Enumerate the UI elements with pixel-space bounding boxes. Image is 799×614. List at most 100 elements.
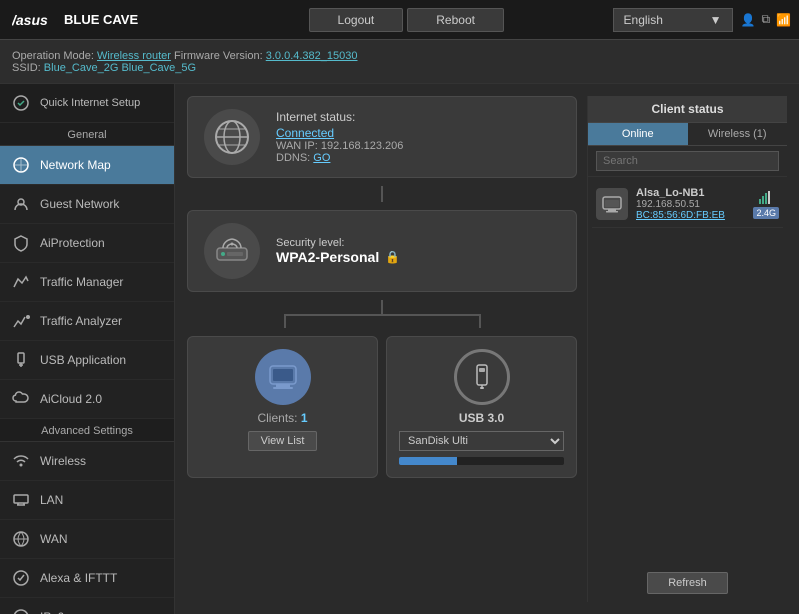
advanced-section: Advanced Settings bbox=[0, 419, 174, 442]
header-icons: 👤 ⧉ 📶 bbox=[741, 12, 799, 27]
usb-device-select[interactable]: SanDisk Ulti bbox=[399, 431, 564, 451]
aicloud-label: AiCloud 2.0 bbox=[40, 392, 102, 406]
sidebar: Quick Internet Setup General Network Map… bbox=[0, 84, 175, 614]
firmware-value[interactable]: 3.0.0.4.382_15030 bbox=[266, 50, 358, 62]
wifi-icon[interactable]: 📶 bbox=[776, 13, 791, 27]
quick-setup-icon bbox=[10, 92, 32, 114]
usb-icon bbox=[454, 349, 510, 405]
router-icon bbox=[204, 223, 260, 279]
network-map-label: Network Map bbox=[40, 158, 111, 172]
logo-asus: /asus bbox=[12, 10, 48, 30]
ddns-link[interactable]: GO bbox=[313, 152, 330, 164]
sidebar-item-aicloud[interactable]: AiCloud 2.0 bbox=[0, 380, 174, 419]
sidebar-item-ai-protection[interactable]: AiProtection bbox=[0, 224, 174, 263]
internet-icon bbox=[204, 109, 260, 165]
tree-connector bbox=[187, 300, 577, 328]
traffic-analyzer-icon bbox=[10, 310, 32, 332]
ssid-row: SSID: Blue_Cave_2G Blue_Cave_5G bbox=[12, 62, 787, 74]
traffic-analyzer-label: Traffic Analyzer bbox=[40, 314, 122, 328]
header: /asus BLUE CAVE Logout Reboot English ▼ … bbox=[0, 0, 799, 40]
usb-application-label: USB Application bbox=[40, 353, 126, 367]
list-item: Alsa_Lo-NB1 192.168.50.51 BC:85:56:6D:FB… bbox=[592, 181, 783, 228]
lock-icon: 🔒 bbox=[385, 250, 400, 264]
network-map-area: Internet status: Connected WAN IP: 192.1… bbox=[175, 84, 799, 614]
lan-icon bbox=[10, 489, 32, 511]
logo-model: BLUE CAVE bbox=[64, 12, 138, 27]
refresh-button[interactable]: Refresh bbox=[647, 572, 728, 594]
security-level-label: Security level: bbox=[276, 237, 560, 249]
operation-mode-label: Operation Mode: bbox=[12, 50, 94, 62]
client-search bbox=[588, 146, 787, 177]
svg-text:/asus: /asus bbox=[12, 12, 48, 28]
clients-icon bbox=[255, 349, 311, 405]
ssid-2g[interactable]: Blue_Cave_2G bbox=[44, 62, 119, 74]
client-status-panel: Client status Online Wireless (1) bbox=[587, 96, 787, 602]
client-ip: 192.168.50.51 bbox=[636, 199, 745, 210]
tab-wireless[interactable]: Wireless (1) bbox=[688, 123, 788, 145]
sidebar-item-traffic-manager[interactable]: Traffic Manager bbox=[0, 263, 174, 302]
operation-mode-value[interactable]: Wireless router bbox=[97, 50, 171, 62]
ddns-label: DDNS: bbox=[276, 152, 310, 164]
ai-protection-label: AiProtection bbox=[40, 236, 105, 250]
logo-area: /asus BLUE CAVE bbox=[0, 10, 200, 30]
wan-ip-value: 192.168.123.206 bbox=[321, 140, 404, 152]
view-list-button[interactable]: View List bbox=[248, 431, 318, 451]
sidebar-item-network-map[interactable]: Network Map bbox=[0, 146, 174, 185]
bottom-boxes: Clients: 1 View List bbox=[187, 336, 577, 478]
logout-button[interactable]: Logout bbox=[309, 8, 404, 32]
sidebar-item-wan[interactable]: WAN bbox=[0, 520, 174, 559]
sidebar-item-guest-network[interactable]: Guest Network bbox=[0, 185, 174, 224]
ipv6-icon: IPv6 bbox=[10, 606, 32, 614]
security-type: WPA2-Personal bbox=[276, 249, 379, 265]
sidebar-item-ipv6[interactable]: IPv6 IPv6 bbox=[0, 598, 174, 614]
usb-progress bbox=[399, 457, 564, 465]
client-tabs: Online Wireless (1) bbox=[588, 123, 787, 146]
signal-info: 2.4G bbox=[753, 189, 779, 219]
sidebar-item-alexa[interactable]: Alexa & IFTTT bbox=[0, 559, 174, 598]
band-badge: 2.4G bbox=[753, 207, 779, 219]
traffic-manager-label: Traffic Manager bbox=[40, 275, 123, 289]
sidebar-item-wireless[interactable]: Wireless bbox=[0, 442, 174, 481]
client-mac[interactable]: BC:85:56:6D:FB:EB bbox=[636, 210, 745, 221]
sidebar-item-usb-application[interactable]: USB Application bbox=[0, 341, 174, 380]
router-info: Security level: WPA2-Personal 🔒 bbox=[276, 237, 560, 265]
device-icon bbox=[596, 188, 628, 220]
chevron-down-icon: ▼ bbox=[710, 13, 722, 27]
internet-status-value[interactable]: Connected bbox=[276, 126, 334, 140]
usb-progress-bar bbox=[399, 457, 457, 465]
sidebar-item-lan[interactable]: LAN bbox=[0, 481, 174, 520]
client-status-title: Client status bbox=[588, 96, 787, 123]
network-diagram: Internet status: Connected WAN IP: 192.1… bbox=[187, 96, 577, 602]
lang-label: English bbox=[624, 13, 663, 27]
wireless-label: Wireless bbox=[40, 454, 86, 468]
lang-selector[interactable]: English ▼ bbox=[613, 8, 733, 32]
client-info: Alsa_Lo-NB1 192.168.50.51 BC:85:56:6D:FB… bbox=[636, 187, 745, 221]
ddns-row: DDNS: GO bbox=[276, 152, 560, 164]
internet-box: Internet status: Connected WAN IP: 192.1… bbox=[187, 96, 577, 178]
wireless-icon bbox=[10, 450, 32, 472]
ssid-5g[interactable]: Blue_Cave_5G bbox=[121, 62, 196, 74]
connector-1 bbox=[381, 186, 383, 202]
usb-application-icon bbox=[10, 349, 32, 371]
tab-online[interactable]: Online bbox=[588, 123, 688, 145]
guest-network-label: Guest Network bbox=[40, 197, 119, 211]
clients-label: Clients: 1 bbox=[257, 411, 307, 425]
quick-setup-label: Quick Internet Setup bbox=[40, 97, 140, 109]
signal-icon bbox=[758, 189, 774, 205]
ipv6-label: IPv6 bbox=[40, 610, 64, 614]
copy-icon[interactable]: ⧉ bbox=[761, 12, 770, 27]
user-icon[interactable]: 👤 bbox=[741, 13, 756, 27]
content: Internet status: Connected WAN IP: 192.1… bbox=[175, 84, 799, 614]
quick-setup-item[interactable]: Quick Internet Setup bbox=[0, 84, 174, 123]
main-layout: Quick Internet Setup General Network Map… bbox=[0, 84, 799, 614]
operation-mode-row: Operation Mode: Wireless router Firmware… bbox=[12, 50, 787, 62]
reboot-button[interactable]: Reboot bbox=[407, 8, 504, 32]
search-input[interactable] bbox=[596, 151, 779, 171]
subheader: Operation Mode: Wireless router Firmware… bbox=[0, 40, 799, 84]
alexa-label: Alexa & IFTTT bbox=[40, 571, 117, 585]
client-list: Alsa_Lo-NB1 192.168.50.51 BC:85:56:6D:FB… bbox=[588, 177, 787, 564]
network-map-icon bbox=[10, 154, 32, 176]
sidebar-item-traffic-analyzer[interactable]: Traffic Analyzer bbox=[0, 302, 174, 341]
usb-label: USB 3.0 bbox=[459, 411, 504, 425]
internet-info: Internet status: Connected WAN IP: 192.1… bbox=[276, 110, 560, 164]
